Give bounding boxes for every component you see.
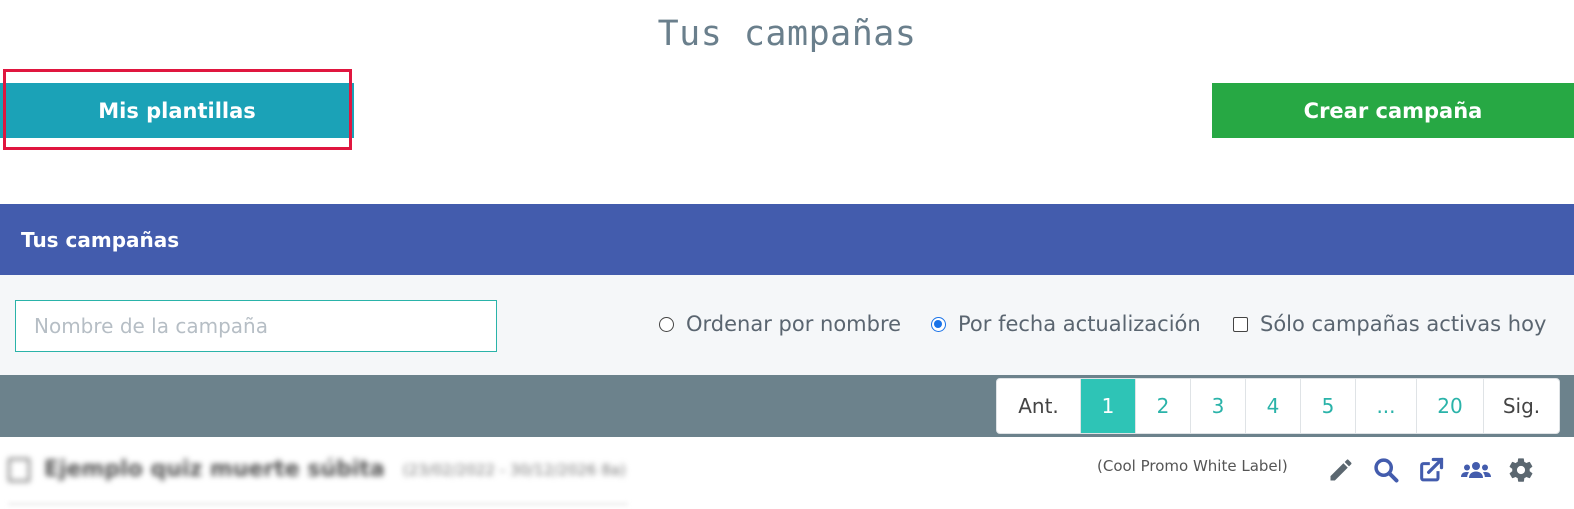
order-by-name-label: Ordenar por nombre: [686, 312, 902, 336]
row-divider: [8, 503, 628, 505]
pagination-ellipsis: ...: [1355, 379, 1416, 433]
pagination-page-20[interactable]: 20: [1416, 379, 1483, 433]
campaign-dates: (23/02/2022 - 30/12/2026 8a): [402, 460, 626, 479]
pagination: Ant. 1 2 3 4 5 ... 20 Sig.: [996, 378, 1560, 434]
create-campaign-button[interactable]: Crear campaña: [1212, 83, 1574, 138]
page-title: Tus campañas: [657, 14, 917, 54]
campaign-row-blurred-info: Ejemplo quiz muerte súbita (23/02/2022 -…: [8, 457, 626, 482]
users-icon[interactable]: [1461, 455, 1491, 485]
pagination-page-5[interactable]: 5: [1300, 379, 1355, 433]
pencil-icon[interactable]: [1326, 455, 1356, 485]
active-today-checkbox[interactable]: [1233, 316, 1248, 332]
order-by-date-radio[interactable]: [931, 316, 946, 332]
pagination-page-4[interactable]: 4: [1245, 379, 1300, 433]
external-link-icon[interactable]: [1416, 455, 1446, 485]
order-by-name-radio[interactable]: [659, 316, 674, 332]
pagination-page-2[interactable]: 2: [1135, 379, 1190, 433]
campaigns-card-header: Tus campañas: [0, 204, 1574, 275]
active-today-label: Sólo campañas activas hoy: [1260, 312, 1547, 336]
search-icon[interactable]: [1371, 455, 1401, 485]
my-templates-button[interactable]: Mis plantillas: [0, 83, 354, 138]
campaign-tag: (Cool Promo White Label): [1097, 457, 1288, 475]
order-by-date-label: Por fecha actualización: [958, 312, 1201, 336]
gear-icon[interactable]: [1506, 455, 1536, 485]
campaign-row: Ejemplo quiz muerte súbita (23/02/2022 -…: [0, 437, 1574, 509]
calendar-icon: [8, 457, 30, 482]
campaign-actions: [1326, 455, 1536, 485]
order-by-name-option[interactable]: Ordenar por nombre: [659, 312, 901, 336]
campaign-name[interactable]: Ejemplo quiz muerte súbita: [44, 457, 385, 482]
active-today-option[interactable]: Sólo campañas activas hoy: [1233, 312, 1546, 336]
pagination-next[interactable]: Sig.: [1483, 379, 1559, 433]
pagination-bar: Ant. 1 2 3 4 5 ... 20 Sig.: [0, 375, 1574, 437]
pagination-page-3[interactable]: 3: [1190, 379, 1245, 433]
pagination-page-1[interactable]: 1: [1080, 379, 1135, 433]
pagination-prev[interactable]: Ant.: [997, 379, 1080, 433]
filter-bar: Ordenar por nombre Por fecha actualizaci…: [0, 275, 1574, 375]
card-header-title: Tus campañas: [21, 227, 180, 252]
order-by-date-option[interactable]: Por fecha actualización: [931, 312, 1201, 336]
campaign-name-search-input[interactable]: [15, 300, 497, 352]
